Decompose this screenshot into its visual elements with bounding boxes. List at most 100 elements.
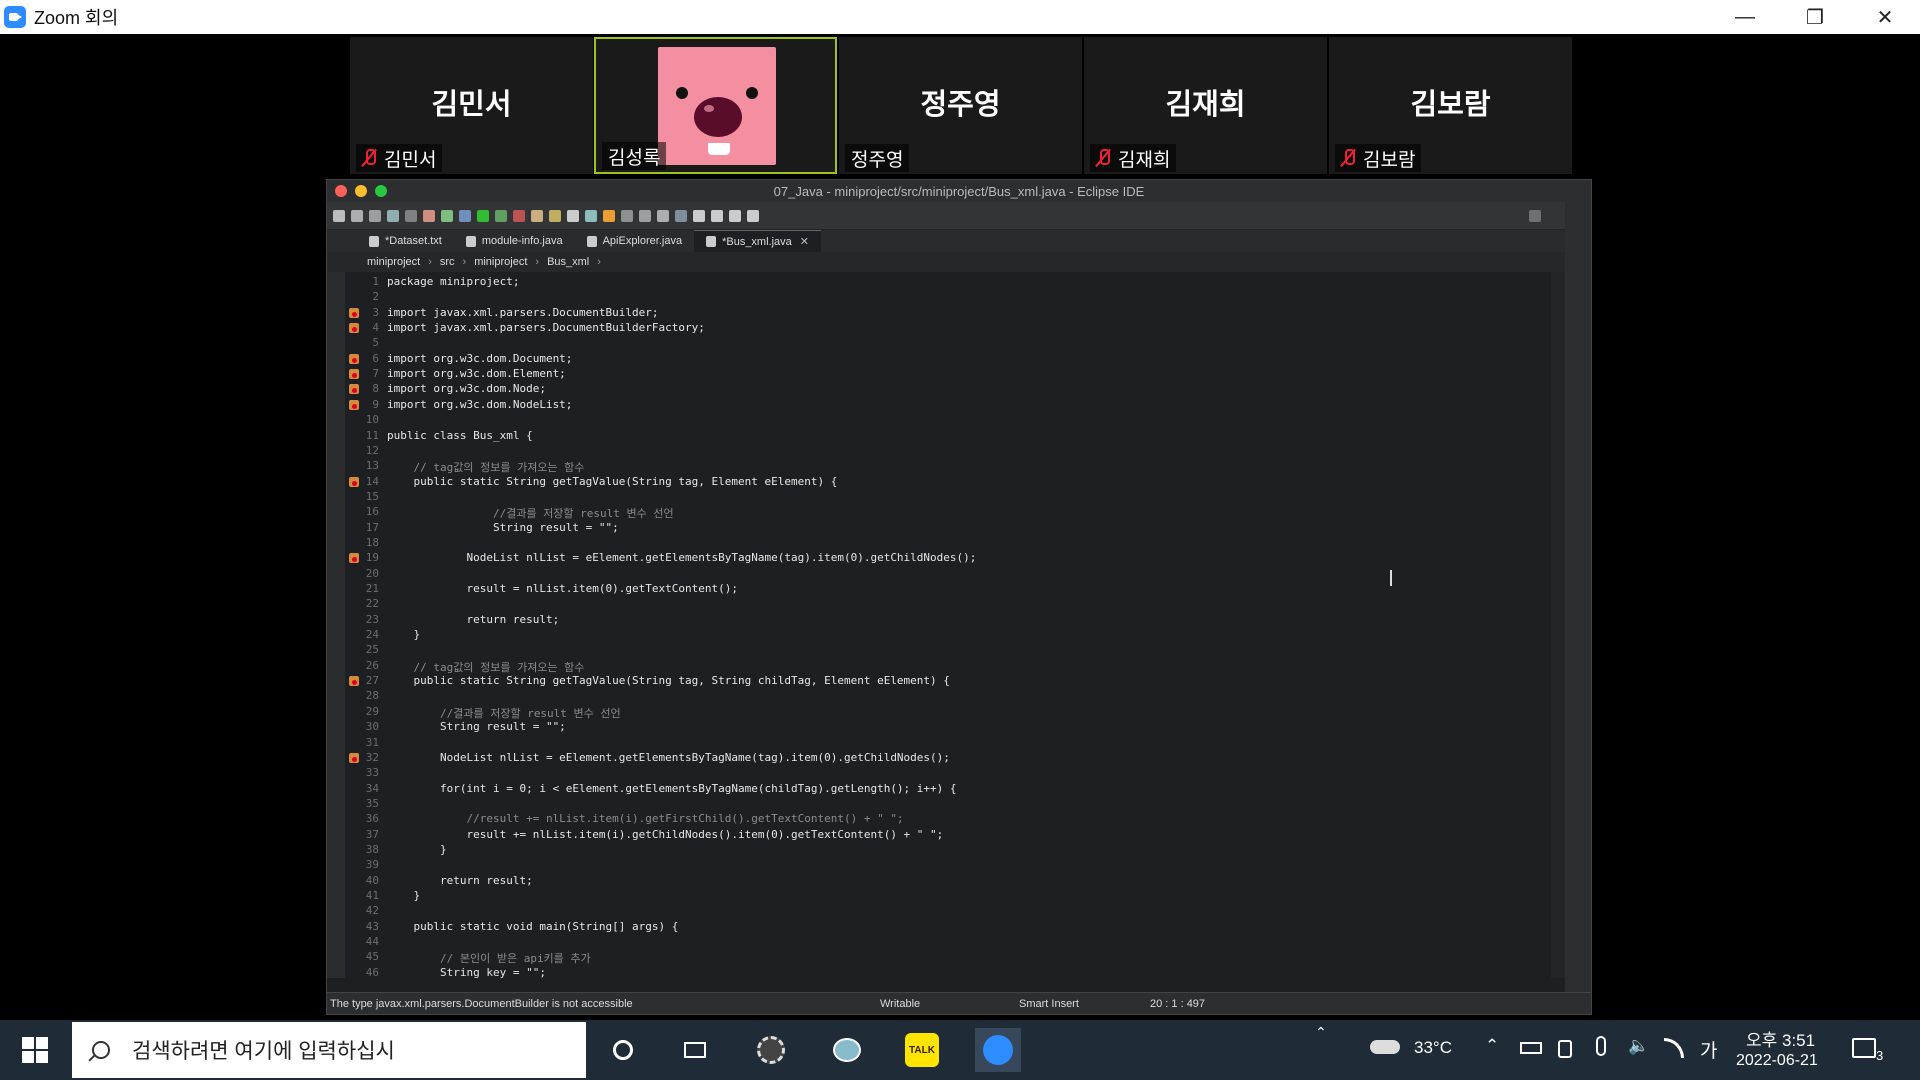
code-line: NodeList nlList = eElement.getElementsBy…	[387, 750, 950, 764]
avatar	[658, 47, 776, 165]
editor-tabs: *Dataset.txt module-info.java ApiExplore…	[327, 230, 1591, 252]
java-file-icon	[465, 235, 476, 247]
wifi-icon[interactable]	[1664, 1038, 1684, 1058]
clock-date[interactable]: 2022-06-21	[1736, 1052, 1818, 1070]
ime-indicator[interactable]: 가	[1700, 1036, 1717, 1063]
status-message: The type javax.xml.parsers.DocumentBuild…	[330, 997, 633, 1010]
notification-icon[interactable]	[1852, 1038, 1876, 1058]
participant-tile[interactable]: 김민서 김민서	[350, 37, 593, 174]
breadcrumb-project[interactable]: miniproject	[367, 256, 420, 268]
error-marker-icon[interactable]	[349, 384, 359, 395]
search-tool-icon[interactable]	[567, 209, 579, 222]
tab-apiexplorer[interactable]: ApiExplorer.java	[575, 230, 695, 252]
participant-name-label: 김재희	[1090, 144, 1177, 172]
clock-time[interactable]: 오후 3:51	[1746, 1026, 1815, 1051]
participant-tile[interactable]: 김재희 김재희	[1084, 37, 1327, 174]
error-marker-icon[interactable]	[349, 752, 359, 763]
error-marker-icon[interactable]	[349, 307, 359, 318]
toolbar-icon[interactable]	[675, 209, 687, 222]
search-icon[interactable]	[1529, 209, 1541, 222]
toolbar-icon[interactable]	[405, 209, 417, 222]
line-number: 42	[365, 904, 379, 918]
back-icon[interactable]	[711, 209, 723, 222]
taskbar-search-box[interactable]: 검색하려면 여기에 입력하십시	[72, 1022, 586, 1078]
line-number: 16	[365, 505, 379, 519]
toolbar-icon[interactable]	[423, 209, 435, 222]
close-button[interactable]: ✕	[1850, 0, 1920, 34]
restore-button[interactable]: ❐	[1780, 0, 1850, 34]
settings-gear-icon[interactable]	[748, 1028, 794, 1072]
breadcrumb-class[interactable]: Bus_xml	[547, 256, 589, 268]
search-placeholder: 검색하려면 여기에 입력하십시	[132, 1040, 395, 1063]
participant-name-label: 김보람	[1335, 144, 1422, 172]
open-type-icon[interactable]	[531, 209, 543, 222]
participant-tile[interactable]: 김보람 김보람	[1329, 37, 1572, 174]
code-line: String key = "";	[387, 965, 546, 978]
pin-editor-icon[interactable]	[747, 209, 759, 222]
participant-name-label: 정주영	[845, 144, 910, 172]
external-tools-icon[interactable]	[513, 209, 525, 222]
error-marker-icon[interactable]	[349, 353, 359, 364]
code-editor[interactable]: 1 package miniproject; 2 3 import javax.xml.…	[327, 272, 1565, 978]
terminal-icon[interactable]	[387, 209, 399, 222]
tray-chevron-icon[interactable]: ⌃	[1485, 1036, 1499, 1056]
status-insert-mode: Smart Insert	[1019, 997, 1079, 1010]
line-number: 12	[365, 443, 379, 457]
participant-big-name: 김민서	[431, 89, 512, 121]
overview-ruler[interactable]	[1551, 272, 1565, 978]
tab-module-info[interactable]: module-info.java	[454, 230, 575, 252]
next-annotation-icon[interactable]	[693, 209, 705, 222]
battery-icon[interactable]	[1520, 1042, 1542, 1054]
run-icon[interactable]	[477, 209, 489, 222]
zoom-taskbar-icon[interactable]	[975, 1028, 1021, 1072]
code-line: String result = "";	[387, 520, 619, 534]
error-marker-icon[interactable]	[349, 553, 359, 564]
participant-strip: 김민서 김민서 김성록 정주영 정주영 김재희 김재희 김보람 김보람	[0, 34, 1920, 175]
save-icon[interactable]	[351, 209, 363, 222]
close-tab-icon[interactable]: ✕	[800, 235, 809, 248]
toolbar-icon[interactable]	[639, 209, 651, 222]
task-view-icon[interactable]	[672, 1028, 718, 1072]
error-marker-icon[interactable]	[349, 369, 359, 380]
breadcrumb-src[interactable]: src	[440, 256, 455, 268]
error-marker-icon[interactable]	[349, 476, 359, 487]
refresh-icon[interactable]	[441, 209, 453, 222]
tab-bus-xml[interactable]: *Bus_xml.java ✕	[694, 230, 821, 252]
error-marker-icon[interactable]	[349, 676, 359, 687]
speaker-icon[interactable]: 🔈	[1628, 1036, 1649, 1056]
new-file-icon[interactable]	[333, 209, 345, 222]
windows-start-icon[interactable]	[22, 1037, 48, 1063]
paint-icon[interactable]	[824, 1028, 870, 1072]
code-line: import org.w3c.dom.Document;	[387, 351, 573, 365]
run-config-icon[interactable]	[495, 209, 507, 222]
error-marker-icon[interactable]	[349, 399, 359, 410]
weather-temperature[interactable]: 33°C	[1414, 1038, 1452, 1058]
save-all-icon[interactable]	[369, 209, 381, 222]
notification-count[interactable]: 3	[1876, 1048, 1883, 1063]
kakaotalk-icon[interactable]: TALK	[899, 1028, 945, 1072]
open-task-icon[interactable]	[549, 209, 561, 222]
forward-icon[interactable]	[729, 209, 741, 222]
debug-icon[interactable]	[459, 209, 471, 222]
line-number: 25	[365, 643, 379, 657]
toolbar-icon[interactable]	[657, 209, 669, 222]
line-number: 11	[365, 428, 379, 442]
error-marker-icon[interactable]	[349, 323, 359, 334]
tray-overflow-up-icon[interactable]: ⌃	[1315, 1024, 1327, 1041]
device-icon[interactable]	[1558, 1040, 1572, 1058]
participant-tile[interactable]: 정주영 정주영	[839, 37, 1082, 174]
participant-tile-active[interactable]: 김성록	[594, 37, 837, 174]
pen-icon[interactable]	[603, 209, 615, 222]
tab-dataset[interactable]: *Dataset.txt	[357, 230, 454, 252]
microphone-icon[interactable]	[1596, 1036, 1606, 1056]
toolbar-icon[interactable]	[585, 209, 597, 222]
code-line: //결과를 저장할 result 변수 선언	[387, 706, 621, 720]
code-line: return result;	[387, 612, 560, 626]
status-writable: Writable	[880, 997, 921, 1010]
cortana-icon[interactable]	[600, 1028, 646, 1072]
toolbar-icon[interactable]	[621, 209, 633, 222]
weather-cloud-icon[interactable]	[1370, 1040, 1400, 1054]
breadcrumb-package[interactable]: miniproject	[474, 256, 527, 268]
minimize-button[interactable]: —	[1710, 0, 1780, 34]
line-number: 44	[365, 935, 379, 949]
